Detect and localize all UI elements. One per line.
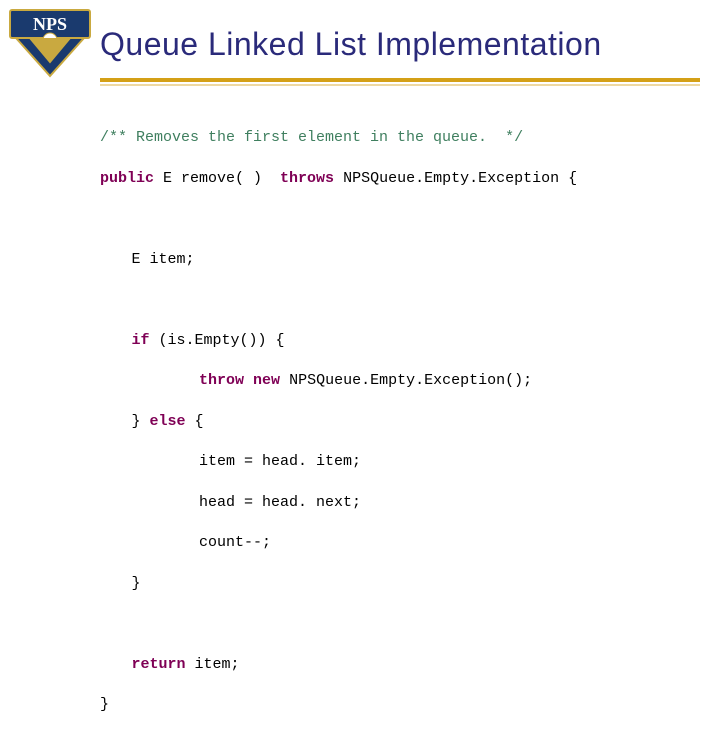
- code-line: head = head. next;: [199, 493, 700, 513]
- keyword: if: [132, 332, 150, 349]
- svg-text:NPS: NPS: [33, 14, 67, 34]
- code-line: }: [132, 574, 701, 594]
- code-line: item = head. item;: [199, 452, 700, 472]
- slide-header: NPS Queue Linked List Implementation: [0, 0, 720, 80]
- code-text: NPSQueue.Empty.Exception {: [334, 170, 577, 187]
- code-line: }: [100, 695, 700, 715]
- code-line: throw new NPSQueue.Empty.Exception();: [199, 371, 700, 391]
- code-text: E remove( ): [154, 170, 280, 187]
- blank-line: [100, 209, 700, 229]
- code-line: } else {: [132, 412, 701, 432]
- keyword: else: [150, 413, 186, 430]
- blank-line: [100, 614, 700, 634]
- page-title: Queue Linked List Implementation: [100, 8, 602, 63]
- title-rule: [0, 78, 720, 86]
- code-text: count--;: [199, 534, 271, 551]
- keyword: throw: [199, 372, 244, 389]
- code-block: /** Removes the first element in the que…: [0, 86, 720, 736]
- code-line: count--;: [199, 533, 700, 553]
- keyword: new: [253, 372, 280, 389]
- comment: /** Removes the first element in the que…: [100, 129, 523, 146]
- code-text: (is.Empty()) {: [150, 332, 285, 349]
- code-text: NPSQueue.Empty.Exception();: [280, 372, 532, 389]
- nps-logo: NPS: [8, 8, 92, 80]
- keyword: throws: [280, 170, 334, 187]
- blank-line: [100, 290, 700, 310]
- keyword: public: [100, 170, 154, 187]
- code-text: }: [132, 413, 150, 430]
- code-text: {: [186, 413, 204, 430]
- code-line: E item;: [132, 250, 701, 270]
- keyword: return: [132, 656, 186, 673]
- code-line: return item;: [132, 655, 701, 675]
- code-text: }: [132, 575, 141, 592]
- code-text: E item;: [132, 251, 195, 268]
- code-text: item = head. item;: [199, 453, 361, 470]
- code-text: item;: [186, 656, 240, 673]
- code-line: /** Removes the first element in the que…: [100, 128, 700, 148]
- code-text: [244, 372, 253, 389]
- code-line: if (is.Empty()) {: [132, 331, 701, 351]
- code-line: public E remove( ) throws NPSQueue.Empty…: [100, 169, 700, 189]
- code-text: }: [100, 696, 109, 713]
- code-text: head = head. next;: [199, 494, 361, 511]
